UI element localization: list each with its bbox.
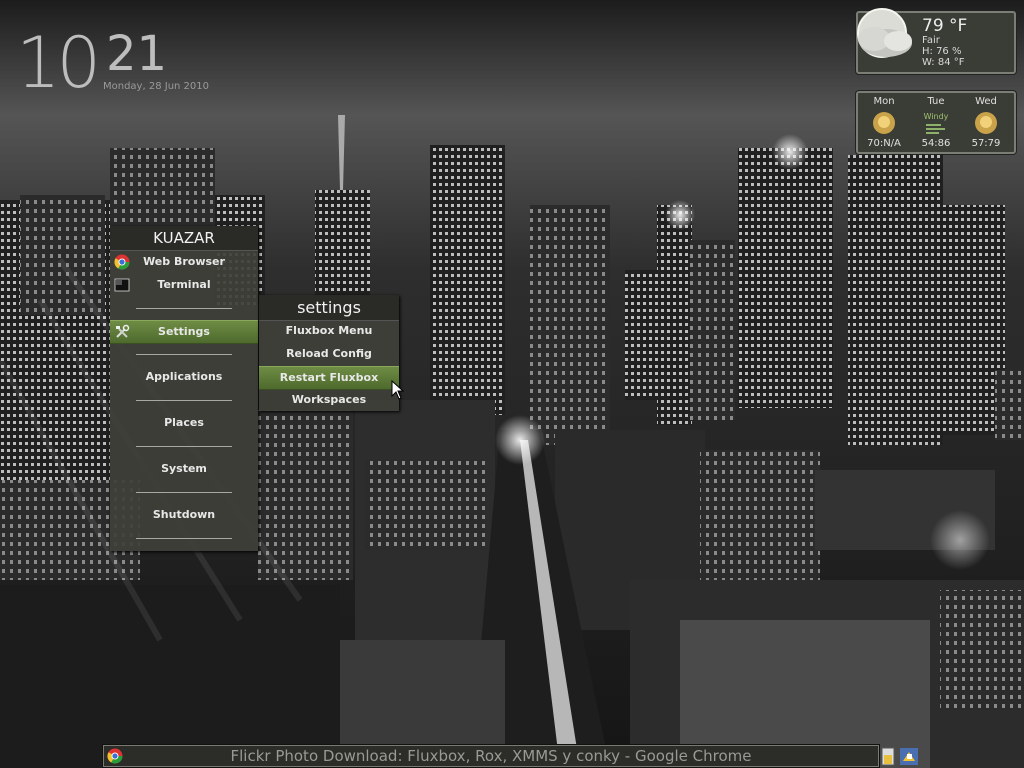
menu-item-web-browser[interactable]: Web Browser <box>110 251 258 273</box>
weather-condition: Fair <box>922 35 940 46</box>
windy-icon <box>926 124 945 134</box>
menu-item-shutdown[interactable]: Shutdown <box>110 504 258 526</box>
menu-item-label: Settings <box>158 325 210 338</box>
submenu-item-workspaces[interactable]: Workspaces <box>259 389 399 411</box>
weather-forecast-widget: Mon 70:N/A Tue Windy 54:86 Wed 57:79 <box>856 91 1016 154</box>
menu-separator <box>136 354 232 355</box>
forecast-temps: 57:79 <box>971 138 1001 149</box>
root-menu: KUAZAR Web Browser Terminal Settings App… <box>110 226 258 551</box>
clock-minute: 21 <box>106 26 168 82</box>
weather-humidity: H: 76 % <box>922 46 962 57</box>
submenu-item-restart-fluxbox[interactable]: Restart Fluxbox <box>259 366 399 390</box>
menu-item-label: System <box>161 462 207 475</box>
chrome-icon <box>114 254 130 270</box>
submenu-item-reload-config[interactable]: Reload Config <box>259 343 399 365</box>
submenu-title: settings <box>259 295 399 321</box>
submenu-item-label: Workspaces <box>291 393 367 406</box>
mouse-cursor-icon <box>391 380 405 400</box>
taskbar[interactable]: Flickr Photo Download: Fluxbox, Rox, XMM… <box>103 745 879 767</box>
forecast-note: Windy <box>923 112 949 121</box>
settings-submenu: settings Fluxbox Menu Reload Config Rest… <box>259 295 399 411</box>
menu-separator <box>136 492 232 493</box>
menu-item-label: Web Browser <box>143 255 225 268</box>
sun-icon <box>873 112 895 134</box>
menu-item-system[interactable]: System <box>110 458 258 480</box>
tools-icon <box>116 324 130 338</box>
clock-hour: 10 <box>16 22 101 104</box>
chrome-icon <box>107 748 123 764</box>
menu-item-settings[interactable]: Settings <box>110 320 258 344</box>
menu-item-applications[interactable]: Applications <box>110 366 258 388</box>
menu-separator <box>136 308 232 309</box>
forecast-day-name: Tue <box>927 96 945 107</box>
battery-icon[interactable] <box>881 747 895 766</box>
network-icon[interactable] <box>900 748 918 765</box>
sun-icon <box>975 112 997 134</box>
taskbar-window-title[interactable]: Flickr Photo Download: Fluxbox, Rox, XMM… <box>104 746 878 766</box>
forecast-temps: 70:N/A <box>867 138 901 149</box>
menu-item-label: Shutdown <box>152 508 216 521</box>
submenu-item-label: Reload Config <box>286 347 372 360</box>
weather-widget: 79 °F Fair H: 76 % W: 84 °F <box>856 8 1016 74</box>
submenu-item-label: Fluxbox Menu <box>285 324 373 337</box>
forecast-day: Mon 70:N/A <box>860 96 908 149</box>
system-tray[interactable] <box>880 745 920 767</box>
submenu-item-fluxbox-menu[interactable]: Fluxbox Menu <box>259 320 399 342</box>
menu-separator <box>136 446 232 447</box>
menu-separator <box>136 400 232 401</box>
desktop-clock: 10 21 Monday, 28 Jun 2010 <box>16 22 209 104</box>
forecast-day: Wed 57:79 <box>962 96 1010 149</box>
forecast-day-name: Wed <box>975 96 997 107</box>
cloud-moon-icon <box>857 8 912 58</box>
terminal-icon <box>114 278 130 292</box>
submenu-item-label: Restart Fluxbox <box>279 371 379 384</box>
menu-title: KUAZAR <box>110 226 258 251</box>
menu-item-label: Applications <box>145 370 223 383</box>
menu-item-label: Terminal <box>157 278 211 291</box>
menu-separator <box>136 538 232 539</box>
menu-item-terminal[interactable]: Terminal <box>110 274 258 296</box>
forecast-day: Tue Windy 54:86 <box>912 96 960 149</box>
forecast-temps: 54:86 <box>921 138 951 149</box>
menu-item-places[interactable]: Places <box>110 412 258 434</box>
clock-date: Monday, 28 Jun 2010 <box>103 81 209 92</box>
weather-wind: W: 84 °F <box>922 57 965 68</box>
menu-item-label: Places <box>164 416 204 429</box>
forecast-day-name: Mon <box>873 96 895 107</box>
weather-temperature: 79 °F <box>922 16 968 36</box>
